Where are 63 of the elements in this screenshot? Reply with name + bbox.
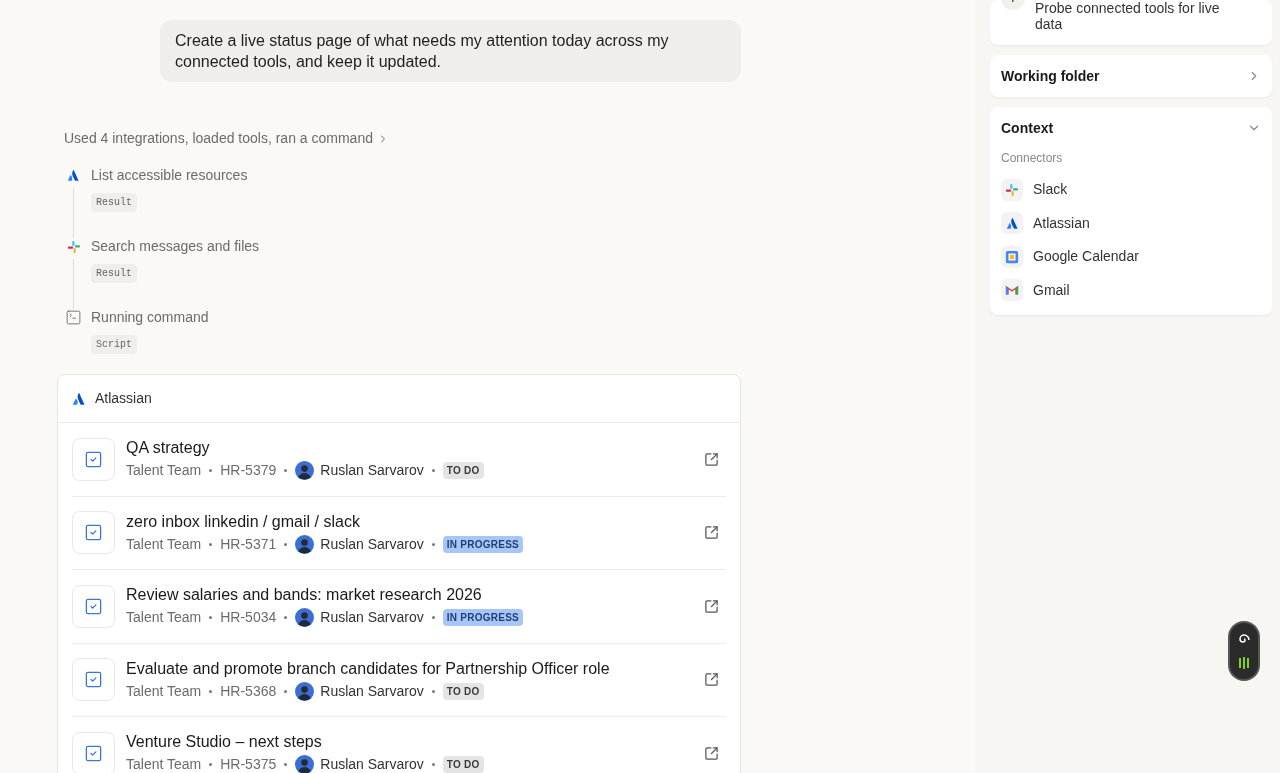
issue-team: Talent Team xyxy=(126,755,202,773)
avatar-icon xyxy=(295,461,315,481)
issue-key: HR-5368 xyxy=(220,680,277,702)
slack-logo-icon xyxy=(1005,182,1019,197)
status-badge: TO DO xyxy=(442,756,484,773)
voice-widget[interactable] xyxy=(1228,621,1260,681)
step-label: Running command xyxy=(91,309,209,326)
assignee-name: Ruslan Sarvarov xyxy=(320,608,424,628)
avatar-icon xyxy=(295,681,315,701)
avatar-icon xyxy=(295,608,315,628)
issue-team: Talent Team xyxy=(126,534,202,554)
card-title: Atlassian xyxy=(95,389,152,408)
user-message: Create a live status page of what needs my attention today across my connected tools, and keep it updated. xyxy=(160,20,741,82)
external-link-icon[interactable] xyxy=(704,525,719,541)
issue-title: zero inbox linkedin / gmail / slack xyxy=(126,511,361,532)
external-link-icon[interactable] xyxy=(704,451,719,467)
assignee-name: Ruslan Sarvarov xyxy=(320,681,424,701)
issue-team: Talent Team xyxy=(126,461,202,481)
issue-title: Evaluate and promote branch candidates for Partnership Officer role xyxy=(126,658,611,679)
avatar-icon xyxy=(295,755,315,773)
working-folder-row[interactable]: Working folder xyxy=(990,55,1272,97)
issue-title: QA strategy xyxy=(126,438,211,459)
assignee-name: Ruslan Sarvarov xyxy=(320,755,424,773)
issue-team: Talent Team xyxy=(126,608,202,628)
audio-level-icon xyxy=(1238,657,1250,669)
step-marker-icon xyxy=(1001,0,1025,10)
context-header[interactable]: Context xyxy=(1001,107,1261,149)
connector-item[interactable]: Slack xyxy=(1001,173,1261,207)
atlassian-logo-icon xyxy=(67,169,80,182)
step-tag: Result xyxy=(91,264,137,283)
avatar-icon xyxy=(295,534,315,554)
status-badge: TO DO xyxy=(442,682,484,700)
status-badge: IN PROGRESS xyxy=(442,535,523,553)
issue-title: Venture Studio – next steps xyxy=(126,732,323,753)
activity-summary[interactable]: Used 4 integrations, loaded tools, ran a command xyxy=(64,128,389,149)
connector-item[interactable]: Google Calendar xyxy=(1001,240,1261,274)
assignee-name: Ruslan Sarvarov xyxy=(320,461,424,481)
issue-key: HR-5371 xyxy=(220,533,277,555)
issue-title: Review salaries and bands: market research 2026 xyxy=(126,585,483,606)
status-badge: TO DO xyxy=(442,462,484,480)
atlassian-logo-icon xyxy=(72,391,86,406)
status-badge: IN PROGRESS xyxy=(442,609,523,627)
step-label: List accessible resources xyxy=(91,167,248,184)
progress-step: Probe connected tools for live data xyxy=(1035,0,1225,37)
step-label: Search messages and files xyxy=(91,238,260,255)
slack-logo-icon xyxy=(66,239,81,254)
external-link-icon[interactable] xyxy=(704,745,719,761)
step-tag: Result xyxy=(91,193,137,212)
issue-key: HR-5034 xyxy=(220,607,277,629)
connector-item[interactable]: Atlassian xyxy=(1001,206,1261,240)
assignee-name: Ruslan Sarvarov xyxy=(320,534,424,554)
section-label: Connectors xyxy=(1001,150,1064,167)
issue-key: HR-5379 xyxy=(220,460,277,482)
issue-team: Talent Team xyxy=(126,681,202,701)
spiral-icon xyxy=(1238,633,1250,645)
external-link-icon[interactable] xyxy=(704,672,719,688)
atlassian-logo-icon xyxy=(1005,216,1019,230)
external-link-icon[interactable] xyxy=(704,598,719,614)
issue-key: HR-5375 xyxy=(220,754,277,773)
terminal-icon xyxy=(65,309,82,326)
calendar-logo-icon xyxy=(1005,249,1019,264)
connector-item[interactable]: Gmail xyxy=(1001,273,1261,307)
step-tag: Script xyxy=(91,335,137,354)
